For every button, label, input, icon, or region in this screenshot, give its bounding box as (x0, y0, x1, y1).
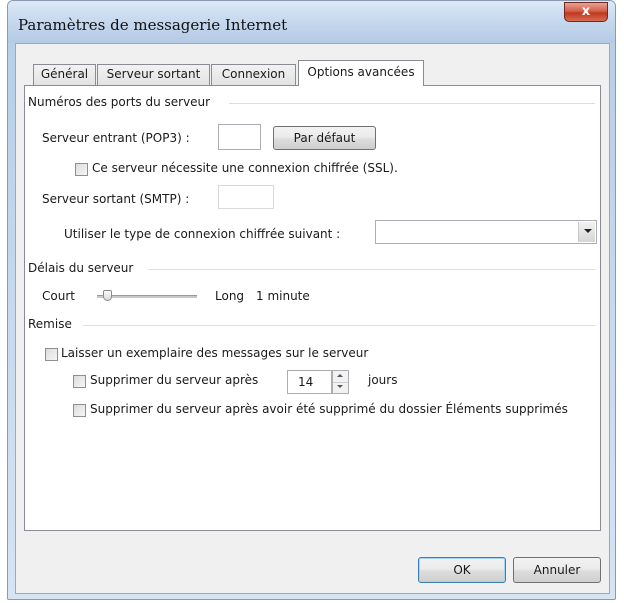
tab-label: Général (40, 67, 89, 81)
tab-advanced-options[interactable]: Options avancées (298, 60, 424, 86)
close-icon: x (581, 4, 591, 19)
incoming-port-label: Serveur entrant (POP3) : (42, 131, 190, 145)
days-unit-label: jours (368, 373, 398, 387)
timeout-long-label: Long (215, 289, 245, 303)
button-label: Annuler (533, 563, 581, 577)
tab-outgoing-server[interactable]: Serveur sortant (97, 64, 210, 85)
tab-label: Serveur sortant (106, 67, 201, 81)
outgoing-port-label: Serveur sortant (SMTP) : (42, 192, 190, 206)
cancel-button[interactable]: Annuler (513, 557, 601, 583)
default-ports-button[interactable]: Par défaut (273, 126, 376, 150)
group-divider (83, 325, 595, 326)
tab-panel: Numéros des ports du serveur Serveur ent… (24, 85, 601, 531)
timeout-value: 1 minute (256, 289, 310, 303)
group-divider (149, 269, 595, 270)
timeout-short-label: Court (42, 289, 75, 303)
timeouts-group-title: Délais du serveur (28, 261, 134, 275)
button-label: Par défaut (293, 131, 356, 145)
remove-after-checkbox[interactable] (73, 375, 86, 388)
timeout-slider-track (97, 295, 197, 298)
ssl-checkbox-label: Ce serveur nécessite une connexion chiff… (92, 161, 398, 175)
tab-label: Connexion (221, 67, 286, 81)
days-input[interactable]: 14 (287, 370, 332, 394)
days-spinner[interactable] (332, 370, 349, 394)
encryption-type-select[interactable] (375, 220, 597, 244)
incoming-port-input[interactable] (218, 124, 261, 150)
title-bar[interactable]: Paramètres de messagerie Internet x (8, 1, 615, 43)
tab-connection[interactable]: Connexion (211, 64, 296, 85)
outgoing-port-input[interactable] (218, 185, 274, 209)
dialog-title: Paramètres de messagerie Internet (18, 16, 288, 34)
remove-after-label: Supprimer du serveur après (90, 373, 259, 387)
close-button[interactable]: x (564, 2, 608, 22)
group-divider (229, 103, 595, 104)
encryption-type-label: Utiliser le type de connexion chiffrée s… (64, 227, 341, 241)
chevron-down-icon (578, 222, 595, 242)
ports-group-title: Numéros des ports du serveur (28, 95, 211, 109)
remove-deleted-label: Supprimer du serveur après avoir été sup… (90, 402, 568, 416)
dialog-client-area: Général Serveur sortant Connexion Option… (15, 43, 610, 594)
delivery-group-title: Remise (28, 317, 72, 331)
tab-general[interactable]: Général (33, 64, 96, 85)
dialog-window: Paramètres de messagerie Internet x Géné… (7, 0, 616, 600)
ssl-checkbox[interactable] (75, 163, 88, 176)
tab-label: Options avancées (307, 65, 415, 79)
button-label: OK (453, 563, 471, 577)
timeout-slider-thumb[interactable] (103, 290, 112, 301)
leave-copy-label: Laisser un exemplaire des messages sur l… (61, 346, 369, 360)
remove-deleted-checkbox[interactable] (73, 404, 86, 417)
spin-down-icon[interactable] (333, 382, 348, 393)
ok-button[interactable]: OK (418, 557, 506, 583)
leave-copy-checkbox[interactable] (45, 348, 58, 361)
